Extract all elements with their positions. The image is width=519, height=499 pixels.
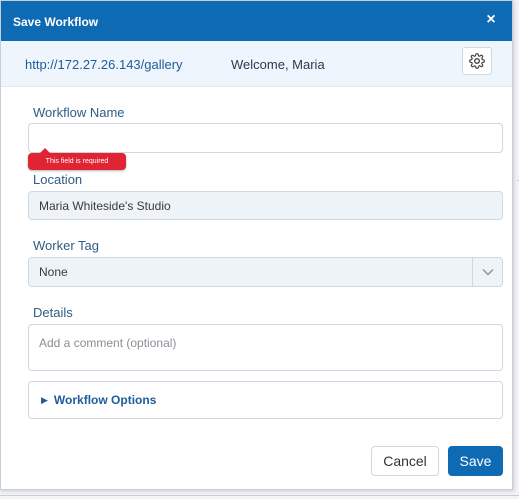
location-value: Maria Whiteside's Studio bbox=[39, 198, 171, 213]
server-url-link[interactable]: http://172.27.26.143/gallery bbox=[25, 57, 183, 72]
settings-button[interactable] bbox=[462, 47, 492, 75]
background-bottom-divider bbox=[0, 495, 519, 496]
location-label: Location bbox=[33, 172, 83, 187]
details-placeholder: Add a comment (optional) bbox=[39, 336, 177, 350]
workflow-options-toggle[interactable]: ▶ Workflow Options bbox=[28, 381, 503, 419]
location-field: Maria Whiteside's Studio bbox=[28, 191, 503, 220]
welcome-text: Welcome, Maria bbox=[231, 57, 325, 72]
workflow-options-label: Workflow Options bbox=[53, 393, 157, 407]
details-label: Details bbox=[33, 305, 73, 320]
worker-tag-selected: None bbox=[39, 265, 68, 279]
workflow-name-input[interactable] bbox=[28, 123, 503, 153]
details-textarea[interactable]: Add a comment (optional) bbox=[28, 324, 503, 371]
chevron-down-svg bbox=[481, 268, 494, 276]
gear-icon bbox=[469, 53, 485, 69]
cancel-button[interactable]: Cancel bbox=[371, 446, 439, 476]
worker-tag-select[interactable]: None bbox=[28, 257, 503, 287]
worker-tag-label: Worker Tag bbox=[33, 238, 99, 253]
workflow-name-label: Workflow Name bbox=[33, 105, 125, 120]
chevron-down-icon[interactable] bbox=[472, 258, 502, 286]
caret-right-icon: ▶ bbox=[41, 394, 48, 405]
dialog-title: Save Workflow bbox=[13, 15, 99, 29]
save-workflow-dialog: Save Workflow × http://172.27.26.143/gal… bbox=[0, 0, 513, 490]
required-error-tooltip: This field is required bbox=[28, 148, 126, 170]
server-info-bar: http://172.27.26.143/gallery Welcome, Ma… bbox=[1, 41, 512, 87]
dialog-titlebar: Save Workflow × bbox=[1, 1, 512, 41]
save-button[interactable]: Save bbox=[448, 446, 503, 476]
close-icon[interactable]: × bbox=[482, 11, 500, 29]
